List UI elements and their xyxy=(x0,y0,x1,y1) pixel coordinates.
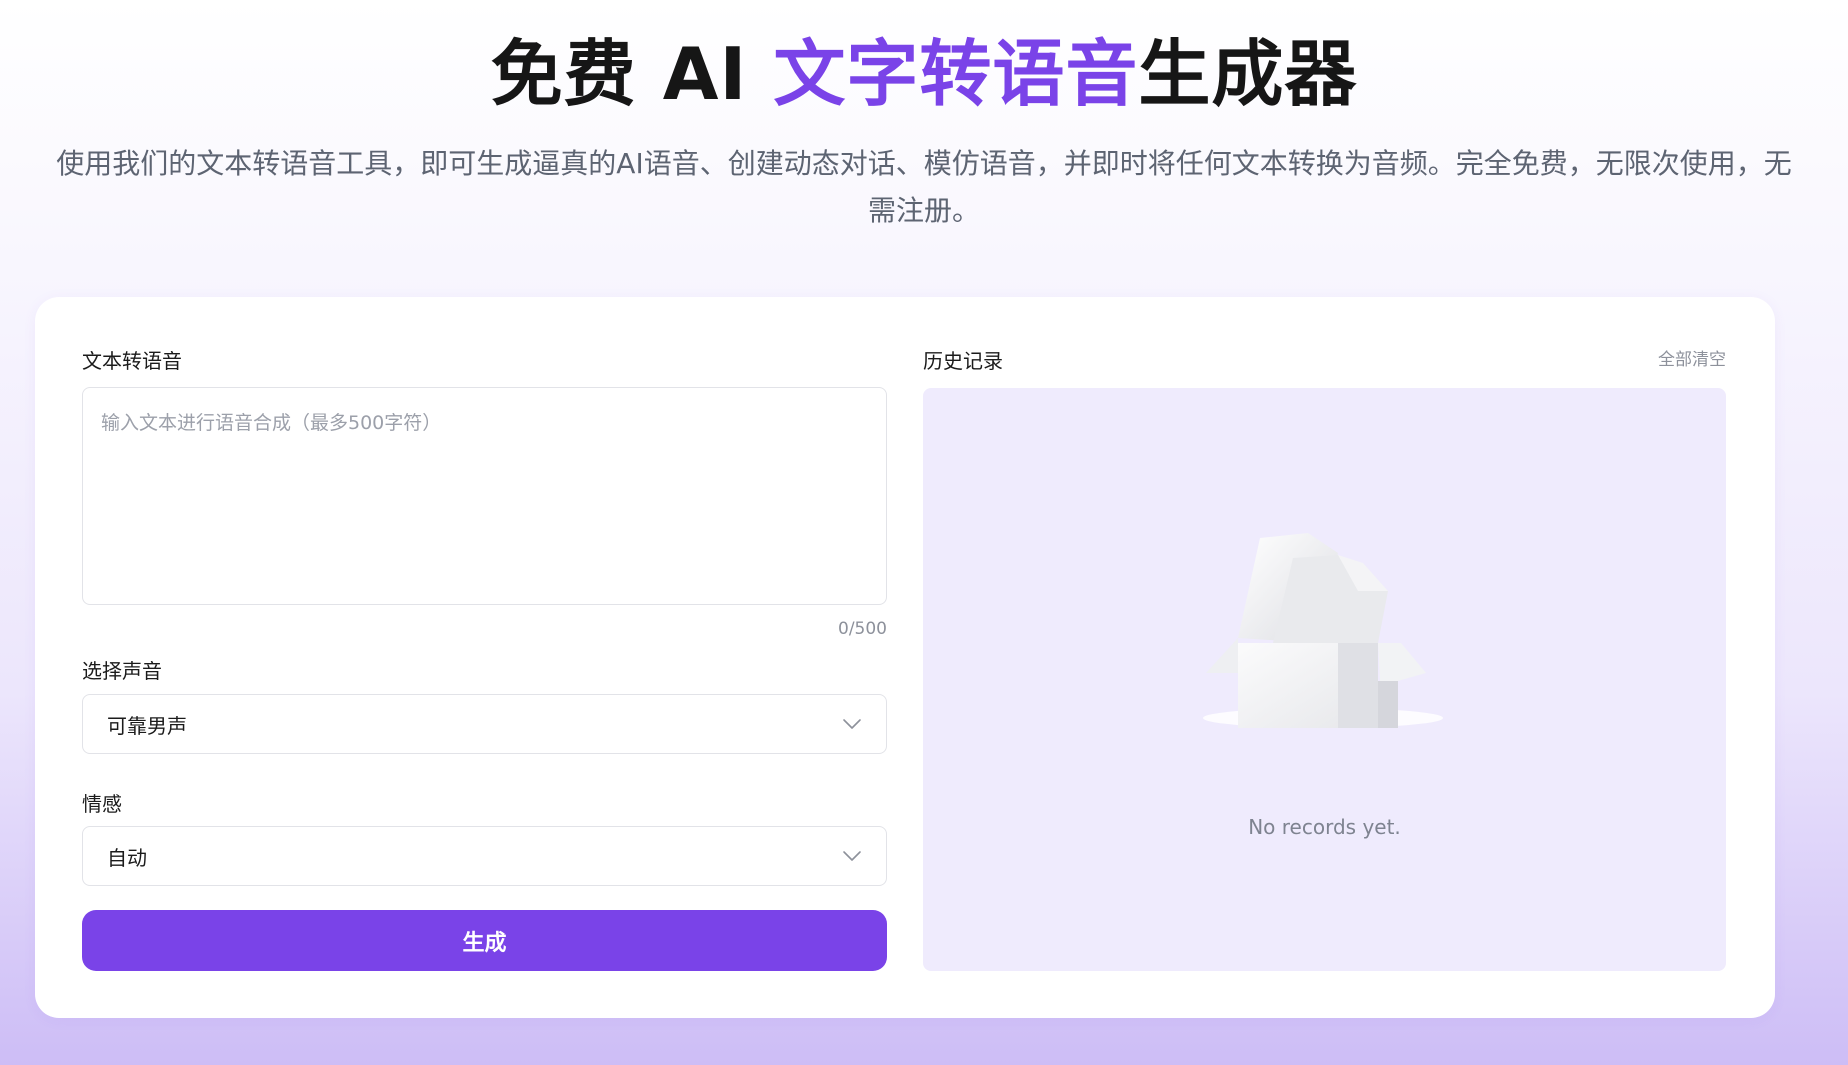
history-panel: No records yet. xyxy=(923,388,1726,971)
empty-box-icon xyxy=(1203,533,1443,728)
history-title: 历史记录 xyxy=(923,349,1003,373)
title-suffix: 生成器 xyxy=(1138,32,1358,116)
page-subtitle: 使用我们的文本转语音工具，即可生成逼真的AI语音、创建动态对话、模仿语音，并即时… xyxy=(56,147,1792,227)
clear-all-button[interactable]: 全部清空 xyxy=(1615,348,1726,372)
emotion-select[interactable]: 自动 xyxy=(82,826,887,886)
generate-button[interactable]: 生成 xyxy=(82,910,887,971)
voice-label: 选择声音 xyxy=(82,659,162,683)
page-title: 免费 AI 文字转语音生成器 xyxy=(0,24,1848,124)
voice-select[interactable]: 可靠男声 xyxy=(82,694,887,754)
tts-card: 文本转语音 0/500 选择声音 可靠男声 情感 自动 生成 历史记录 全部清空 xyxy=(35,297,1775,1018)
voice-select-value: 可靠男声 xyxy=(107,713,187,738)
char-counter: 0/500 xyxy=(838,619,887,639)
tts-section-label: 文本转语音 xyxy=(82,349,182,373)
history-empty-text: No records yet. xyxy=(1248,815,1401,839)
title-accent: 文字转语音 xyxy=(773,32,1139,116)
tts-text-input[interactable] xyxy=(82,387,887,605)
chevron-down-icon xyxy=(843,851,861,861)
emotion-label: 情感 xyxy=(82,792,122,816)
title-prefix: 免费 AI xyxy=(490,32,774,116)
chevron-down-icon xyxy=(843,719,861,729)
emotion-select-value: 自动 xyxy=(107,845,147,870)
